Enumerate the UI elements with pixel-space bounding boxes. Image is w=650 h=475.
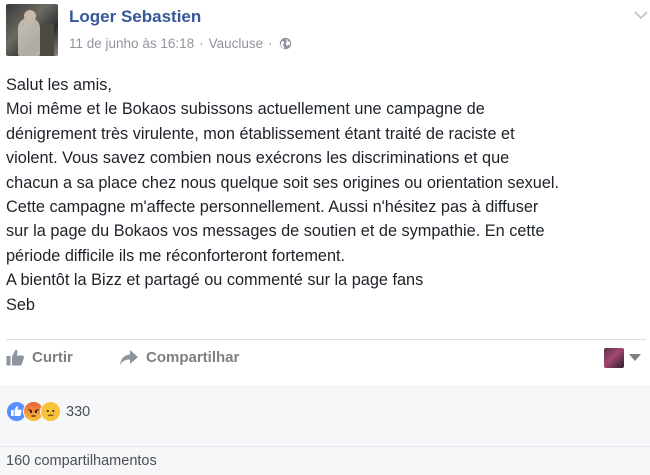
reactions-bar: 330 [0, 385, 650, 446]
profile-avatar [604, 348, 624, 368]
post-line: A bientôt la Bizz et partagé ou commenté… [6, 271, 424, 290]
post-location[interactable]: Vaucluse [209, 36, 264, 51]
share-label: Compartilhar [146, 349, 240, 366]
author-name[interactable]: Loger Sebastien [69, 7, 201, 27]
shares-count[interactable]: 160 compartilhamentos [6, 453, 157, 469]
caret-down-icon [629, 354, 641, 361]
post-line: dénigrement très virulente, mon établiss… [6, 124, 515, 143]
globe-icon[interactable] [279, 37, 292, 50]
facebook-post: Loger Sebastien 11 de junho às 16:18 · V… [0, 0, 650, 475]
post-line: période difficile ils me réconforteront … [6, 246, 346, 265]
post-line: violent. Vous savez combien nous exécron… [6, 149, 510, 168]
like-button[interactable]: Curtir [6, 349, 73, 366]
share-as-selector[interactable] [604, 348, 641, 368]
post-meta: 11 de junho às 16:18 · Vaucluse · [69, 36, 292, 51]
chevron-down-icon[interactable] [633, 8, 649, 22]
post-body: Salut les amis, Moi même et le Bokaos su… [6, 73, 646, 317]
meta-separator: · [268, 36, 273, 51]
post-date[interactable]: 11 de junho às 16:18 [69, 36, 194, 51]
sad-reaction-icon [40, 401, 61, 422]
action-bar: Curtir Compartilhar [0, 340, 650, 378]
reaction-count: 330 [66, 403, 91, 420]
reactions-summary[interactable]: 330 [6, 401, 90, 422]
post-line: Salut les amis, [6, 76, 112, 94]
post-line: Cette campagne m'affecte personnellement… [6, 198, 539, 217]
share-button[interactable]: Compartilhar [119, 349, 239, 366]
meta-separator: · [199, 36, 204, 51]
like-label: Curtir [32, 349, 73, 366]
thumbs-up-icon [6, 349, 24, 366]
shares-bar: 160 compartilhamentos [0, 446, 650, 475]
post-line: sur la page du Bokaos vos messages de so… [6, 222, 545, 241]
post-line: Moi même et le Bokaos subissons actuelle… [6, 100, 485, 119]
post-line: Seb [6, 295, 35, 314]
post-line: chacun a sa place chez nous quelque soit… [6, 173, 560, 192]
share-arrow-icon [120, 350, 138, 365]
author-avatar[interactable] [6, 4, 58, 56]
post-header: Loger Sebastien 11 de junho às 16:18 · V… [0, 0, 650, 60]
